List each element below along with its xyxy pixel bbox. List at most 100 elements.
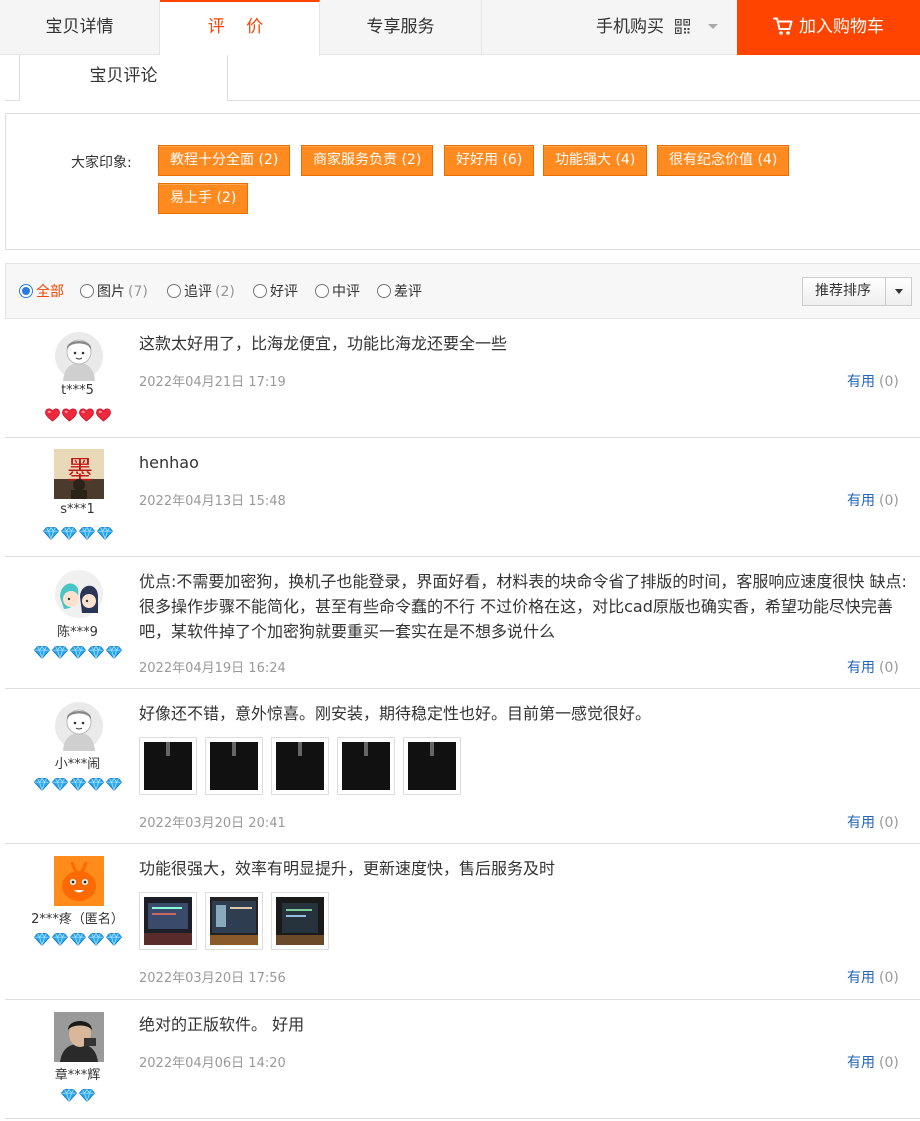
diamond-icon	[34, 778, 50, 791]
filter-bad-radio[interactable]: 差评	[377, 281, 422, 301]
review-username[interactable]: s***1	[5, 502, 150, 517]
useful-button[interactable]: 有用 (0)	[847, 371, 899, 391]
review-username[interactable]: t***5	[5, 383, 150, 398]
user-rank-badges	[5, 527, 150, 540]
filter-followup-radio[interactable]: 追评 (2)	[167, 281, 235, 301]
review-text: henhao	[139, 453, 199, 472]
default-avatar-icon[interactable]	[54, 331, 104, 381]
filter-pics-radio[interactable]: 图片 (7)	[80, 281, 148, 301]
review-text: 这款太好用了，比海龙便宜，功能比海龙还要全一些	[139, 334, 508, 353]
diamond-icon	[34, 646, 50, 659]
review-text: 功能很强大，效率有明显提升，更新速度快，售后服务及时	[139, 859, 556, 878]
filter-bad-label: 差评	[394, 284, 422, 300]
radio-icon	[377, 284, 391, 298]
useful-label: 有用	[847, 815, 875, 831]
review-photo[interactable]	[337, 737, 395, 795]
filter-neutral-label: 中评	[332, 284, 360, 300]
filter-pics-count: (7)	[128, 284, 148, 300]
radio-icon	[253, 284, 267, 298]
heart-icon	[96, 408, 111, 422]
diamond-icon	[52, 646, 68, 659]
filter-good-radio[interactable]: 好评	[253, 281, 298, 301]
user-rank-badges	[5, 1089, 150, 1102]
review-photo[interactable]	[403, 737, 461, 795]
useful-button[interactable]: 有用 (0)	[847, 1052, 899, 1072]
filter-all-label: 全部	[36, 284, 64, 300]
diamond-icon	[70, 646, 86, 659]
sort-label: 推荐排序	[815, 283, 871, 299]
review-text: 优点:不需要加密狗，换机子也能登录，界面好看，材料表的块命令省了排版的时间，客服…	[139, 572, 907, 641]
review-item: 墨 s***1 henhao 2022年04月13日 15:48 有用 (0)	[5, 438, 920, 557]
sub-tab-bar: 宝贝评论	[5, 55, 920, 102]
user-rank-badges	[5, 778, 150, 791]
diamond-icon	[106, 778, 122, 791]
useful-button[interactable]: 有用 (0)	[847, 812, 899, 832]
useful-label: 有用	[847, 1055, 875, 1071]
review-photo[interactable]	[205, 737, 263, 795]
mobile-buy-link[interactable]: 手机购买	[596, 0, 718, 55]
impression-tag[interactable]: 商家服务负责 (2)	[301, 145, 434, 176]
review-username[interactable]: 陈***9	[5, 621, 150, 640]
user-avatar[interactable]: 墨	[54, 449, 104, 499]
default-avatar-icon[interactable]	[54, 701, 104, 751]
filter-followup-label: 追评	[184, 284, 212, 300]
user-rank-badges	[5, 646, 150, 659]
mobile-buy-label: 手机购买	[596, 17, 664, 37]
review-username[interactable]: 小***闹	[5, 753, 150, 772]
filter-all-radio[interactable]: 全部	[19, 281, 64, 301]
useful-button[interactable]: 有用 (0)	[847, 490, 899, 510]
chevron-down-icon	[895, 289, 903, 294]
tab-item-detail[interactable]: 宝贝详情	[0, 0, 160, 55]
review-photo[interactable]	[271, 737, 329, 795]
useful-button[interactable]: 有用 (0)	[847, 657, 899, 677]
heart-icon	[79, 408, 94, 422]
chevron-down-icon	[707, 24, 718, 29]
review-photo[interactable]	[139, 892, 197, 950]
impressions-label: 大家印象:	[71, 155, 132, 171]
useful-button[interactable]: 有用 (0)	[847, 967, 899, 987]
review-date: 2022年04月06日 14:20	[139, 1056, 286, 1071]
diamond-icon	[70, 778, 86, 791]
user-avatar[interactable]	[54, 856, 104, 906]
diamond-icon	[88, 778, 104, 791]
heart-icon	[62, 408, 77, 422]
impression-tag[interactable]: 很有纪念价值 (4)	[657, 145, 790, 176]
diamond-icon	[34, 933, 50, 946]
useful-count: (0)	[879, 815, 899, 831]
useful-label: 有用	[847, 970, 875, 986]
useful-count: (0)	[879, 493, 899, 509]
tab-service[interactable]: 专享服务	[320, 0, 482, 55]
user-avatar[interactable]	[54, 1012, 104, 1062]
impression-tag[interactable]: 教程十分全面 (2)	[158, 145, 291, 176]
tab-reviews[interactable]: 评 价	[160, 0, 320, 56]
review-username[interactable]: 2***疼（匿名）	[5, 908, 150, 927]
filter-followup-count: (2)	[215, 284, 235, 300]
impression-tag[interactable]: 好好用 (6)	[444, 145, 535, 176]
user-avatar[interactable]	[54, 569, 104, 619]
review-photo[interactable]	[139, 737, 197, 795]
tab-product-reviews[interactable]: 宝贝评论	[19, 55, 228, 102]
diamond-icon	[79, 1089, 95, 1102]
review-date: 2022年03月20日 17:56	[139, 971, 286, 986]
impression-tag[interactable]: 易上手 (2)	[158, 183, 249, 214]
useful-label: 有用	[847, 493, 875, 509]
useful-count: (0)	[879, 1055, 899, 1071]
review-date: 2022年04月13日 15:48	[139, 494, 286, 509]
review-item: 2***疼（匿名） 功能很强大，效率有明显提升，更新速度快，售后服务及时 202…	[5, 844, 920, 1000]
review-text: 好像还不错，意外惊喜。刚安装，期待稳定性也好。目前第一感觉很好。	[139, 704, 652, 723]
review-username[interactable]: 章***辉	[5, 1064, 150, 1083]
tab-bar: 宝贝详情 评 价 专享服务 手机购买 加入购物车	[0, 0, 920, 56]
impression-tag[interactable]: 功能强大 (4)	[543, 145, 648, 176]
review-photo[interactable]	[205, 892, 263, 950]
heart-icon	[45, 408, 60, 422]
filter-pics-label: 图片	[97, 284, 125, 300]
filter-neutral-radio[interactable]: 中评	[315, 281, 360, 301]
diamond-icon	[88, 933, 104, 946]
cart-icon	[773, 4, 793, 58]
add-to-cart-button[interactable]: 加入购物车	[737, 0, 920, 55]
review-item: 陈***9 优点:不需要加密狗，换机子也能登录，界面好看，材料表的块命令省了排版…	[5, 557, 920, 689]
sort-dropdown[interactable]: 推荐排序	[802, 277, 912, 306]
review-photo[interactable]	[271, 892, 329, 950]
user-rank-badges	[5, 933, 150, 946]
review-item: t***5 这款太好用了，比海龙便宜，功能比海龙还要全一些 2022年04月21…	[5, 319, 920, 438]
